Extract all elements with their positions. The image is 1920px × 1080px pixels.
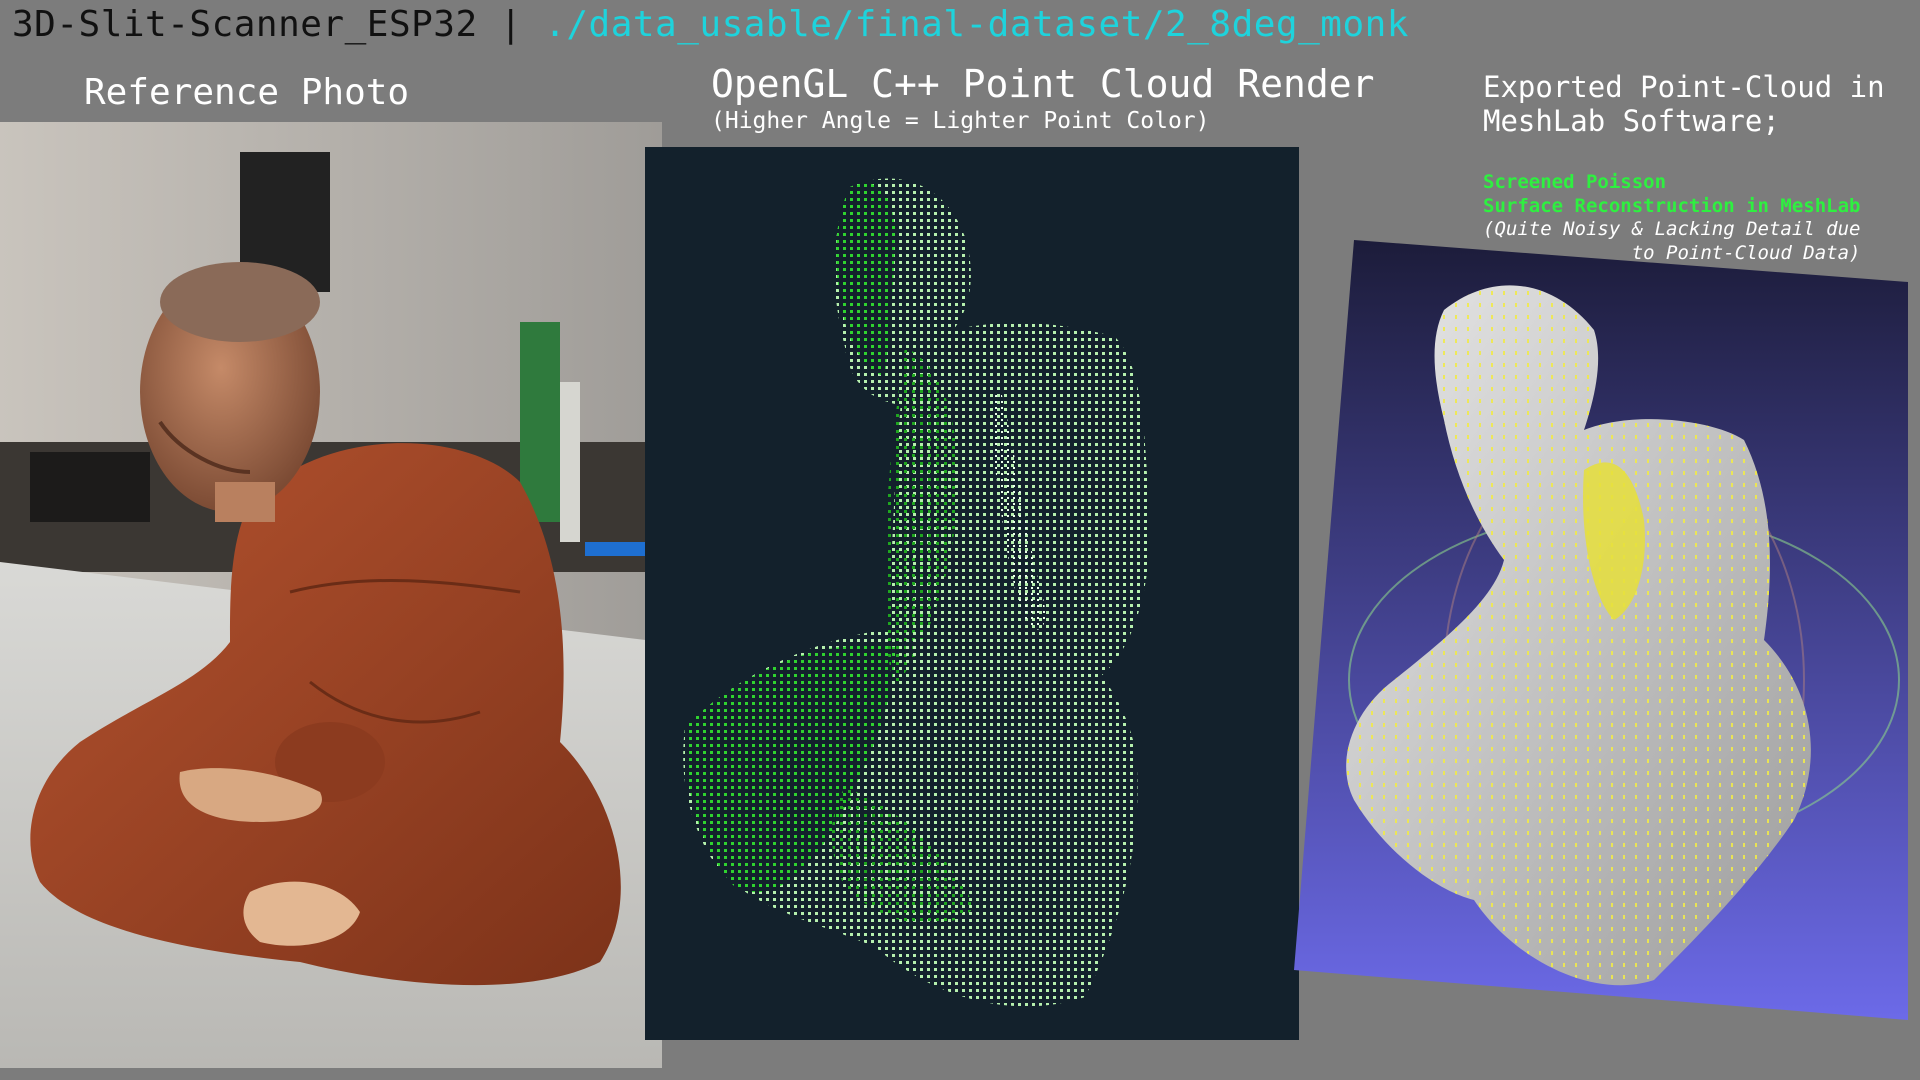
note-line1: (Quite Noisy & Lacking Detail due [1483,218,1861,240]
project-name: 3D-Slit-Scanner_ESP32 [12,4,478,45]
reference-photo [0,122,662,1068]
dataset-path: ./data_usable/final-dataset/2_8deg_monk [544,4,1409,45]
point-cloud-title: OpenGL C++ Point Cloud Render [711,62,1375,106]
header-title: 3D-Slit-Scanner_ESP32 | ./data_usable/fi… [12,4,1409,45]
point-cloud-viewport[interactable] [645,147,1299,1040]
reconstruction-line2: Surface Reconstruction in MeshLab [1483,195,1861,217]
meshlab-title-line2: MeshLab Software; [1483,104,1780,138]
reconstruction-label: Screened Poisson Surface Reconstruction … [1483,170,1861,218]
meshlab-title: Exported Point-Cloud in MeshLab Software… [1483,70,1885,138]
point-cloud-subtitle: (Higher Angle = Lighter Point Color) [711,108,1210,134]
meshlab-title-line1: Exported Point-Cloud in [1483,70,1885,104]
meshlab-render [1294,240,1908,1020]
header-separator: | [477,4,545,45]
monk-figurine-photo [0,122,662,1068]
point-cloud-render [683,178,1150,1007]
meshlab-viewport[interactable] [1294,240,1914,1020]
reconstruction-line1: Screened Poisson [1483,171,1667,193]
reference-photo-title: Reference Photo [84,72,410,113]
